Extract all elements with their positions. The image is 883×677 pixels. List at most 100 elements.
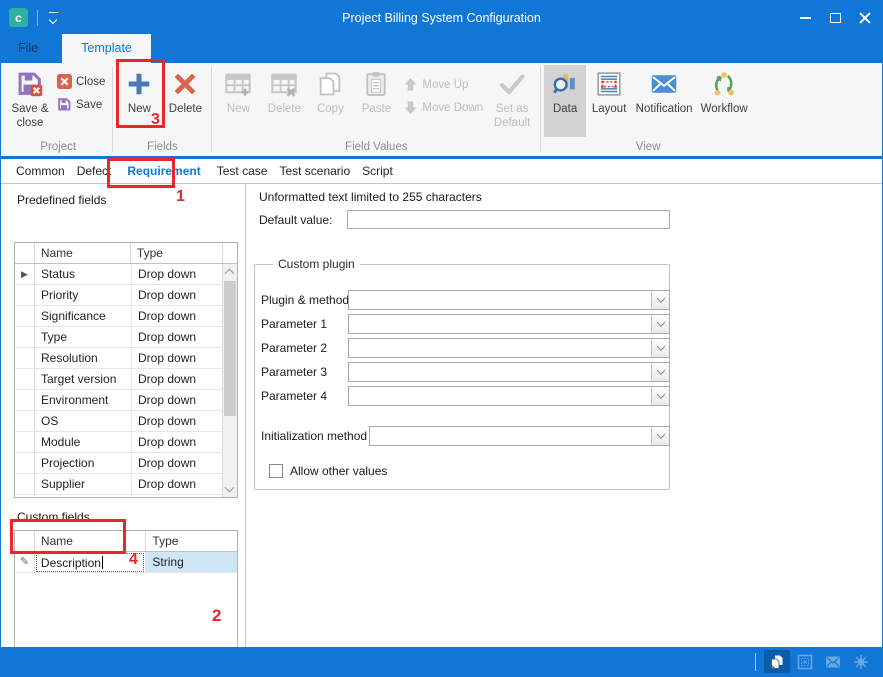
- save-button[interactable]: Save: [53, 93, 109, 116]
- cell-name[interactable]: Type: [35, 327, 132, 347]
- table-row[interactable]: OS Drop down: [15, 411, 224, 432]
- view-data-button[interactable]: Data: [544, 65, 586, 137]
- plugin-parameter-row: Parameter 4: [261, 386, 670, 406]
- tab-common[interactable]: Common: [10, 160, 71, 182]
- cell-name[interactable]: Environment: [35, 390, 132, 410]
- tab-requirement[interactable]: Requirement: [117, 160, 210, 182]
- copy-fields-status-button[interactable]: [764, 650, 790, 673]
- scroll-down-icon[interactable]: [225, 483, 235, 493]
- dropdown-button[interactable]: [651, 387, 669, 405]
- cell-type[interactable]: String: [146, 552, 237, 572]
- close-button[interactable]: [850, 1, 880, 34]
- initialization-method-dropdown[interactable]: [369, 426, 670, 446]
- table-row[interactable]: Priority Drop down: [15, 285, 224, 306]
- paste-icon: [362, 68, 390, 100]
- table-row[interactable]: Environment Drop down: [15, 390, 224, 411]
- envelope-icon: [825, 655, 841, 669]
- grid-body: ▶ Status Drop down Priority Drop down Si…: [15, 264, 237, 497]
- minimize-button[interactable]: [790, 1, 820, 34]
- allow-other-values-checkbox[interactable]: [269, 464, 283, 478]
- save-and-close-button[interactable]: Save &close: [7, 65, 53, 130]
- maximize-button[interactable]: [820, 1, 850, 34]
- combo-label: Plugin & method: [261, 293, 348, 307]
- tab-script[interactable]: Script: [356, 160, 399, 182]
- column-header-name[interactable]: Name: [35, 243, 131, 263]
- table-row[interactable]: Resolution Drop down: [15, 348, 224, 369]
- cell-name[interactable]: OS: [35, 411, 132, 431]
- close-project-button[interactable]: Close: [53, 70, 109, 93]
- layout-status-button[interactable]: [792, 650, 818, 673]
- notification-status-button[interactable]: [820, 650, 846, 673]
- ribbon-separator: [112, 67, 113, 152]
- parameter-dropdown[interactable]: [348, 290, 670, 310]
- delete-field-button[interactable]: Delete: [162, 65, 208, 117]
- table-row[interactable]: ▶ Status Drop down: [15, 264, 224, 285]
- table-row[interactable]: Type Drop down: [15, 327, 224, 348]
- dropdown-button[interactable]: [651, 339, 669, 357]
- row-indicator: [15, 432, 35, 452]
- cell-type[interactable]: Drop down: [132, 327, 224, 347]
- app-icon[interactable]: c: [9, 8, 28, 27]
- tab-file[interactable]: File: [1, 34, 55, 63]
- quick-access-dropdown-icon[interactable]: [47, 11, 61, 25]
- workflow-status-button[interactable]: [848, 650, 874, 673]
- group-label-project: Project: [7, 139, 109, 153]
- column-header-name[interactable]: Name: [35, 531, 146, 551]
- tab-template[interactable]: Template: [62, 34, 151, 63]
- grid-header: Name Type: [15, 531, 237, 552]
- initialization-method-row: Initialization method: [261, 426, 670, 446]
- scroll-up-icon[interactable]: [225, 269, 235, 279]
- parameter-dropdown[interactable]: [348, 338, 670, 358]
- parameter-dropdown[interactable]: [348, 386, 670, 406]
- dropdown-button[interactable]: [651, 427, 669, 445]
- row-indicator: [15, 348, 35, 368]
- cell-name[interactable]: Module: [35, 432, 132, 452]
- field-settings-panel: Unformatted text limited to 255 characte…: [247, 184, 882, 649]
- save-close-label-1: Save &: [11, 103, 48, 115]
- cell-name[interactable]: Resolution: [35, 348, 132, 368]
- table-row[interactable]: Target version Drop down: [15, 369, 224, 390]
- cell-name[interactable]: Significance: [35, 306, 132, 326]
- tab-defect[interactable]: Defect: [71, 160, 118, 182]
- cell-type[interactable]: Drop down: [132, 264, 224, 284]
- cell-name[interactable]: Supplier: [35, 474, 132, 494]
- dropdown-button[interactable]: [651, 363, 669, 381]
- cell-type[interactable]: Drop down: [132, 453, 224, 473]
- table-row[interactable]: Projection Drop down: [15, 453, 224, 474]
- cell-name[interactable]: Projection: [35, 453, 132, 473]
- dropdown-button[interactable]: [651, 291, 669, 309]
- view-layout-button[interactable]: Layout: [586, 65, 632, 117]
- delete-field-label: Delete: [169, 103, 202, 117]
- cell-name[interactable]: Priority: [35, 285, 132, 305]
- column-header-type[interactable]: Type: [131, 243, 222, 263]
- cell-type[interactable]: Drop down: [132, 474, 224, 494]
- table-row[interactable]: Module Drop down: [15, 432, 224, 453]
- default-value-input[interactable]: [347, 210, 670, 229]
- dropdown-button[interactable]: [651, 315, 669, 333]
- new-field-button[interactable]: New: [116, 65, 162, 117]
- view-workflow-button[interactable]: Workflow: [696, 65, 752, 117]
- cell-type[interactable]: Drop down: [132, 432, 224, 452]
- name-edit-cell[interactable]: Description: [35, 552, 146, 572]
- cell-type[interactable]: Drop down: [132, 285, 224, 305]
- cell-name[interactable]: Target version: [35, 369, 132, 389]
- column-header-type[interactable]: Type: [146, 531, 237, 551]
- cell-type[interactable]: Drop down: [132, 411, 224, 431]
- cell-type[interactable]: Drop down: [132, 348, 224, 368]
- table-row[interactable]: Supplier Drop down: [15, 474, 224, 495]
- custom-field-row[interactable]: ✎ Description String: [15, 552, 237, 573]
- row-indicator: [15, 411, 35, 431]
- vertical-scrollbar[interactable]: [222, 264, 237, 497]
- cell-type[interactable]: Drop down: [132, 390, 224, 410]
- view-notification-button[interactable]: Notification: [632, 65, 696, 117]
- cell-name[interactable]: Status: [35, 264, 132, 284]
- table-row[interactable]: Significance Drop down: [15, 306, 224, 327]
- cell-type[interactable]: Drop down: [132, 369, 224, 389]
- parameter-dropdown[interactable]: [348, 362, 670, 382]
- parameter-dropdown[interactable]: [348, 314, 670, 334]
- tab-test-scenario[interactable]: Test scenario: [273, 160, 356, 182]
- cell-type[interactable]: Drop down: [132, 306, 224, 326]
- scrollbar-thumb[interactable]: [224, 281, 236, 416]
- combo-label: Parameter 2: [261, 341, 348, 355]
- tab-test-case[interactable]: Test case: [211, 160, 274, 182]
